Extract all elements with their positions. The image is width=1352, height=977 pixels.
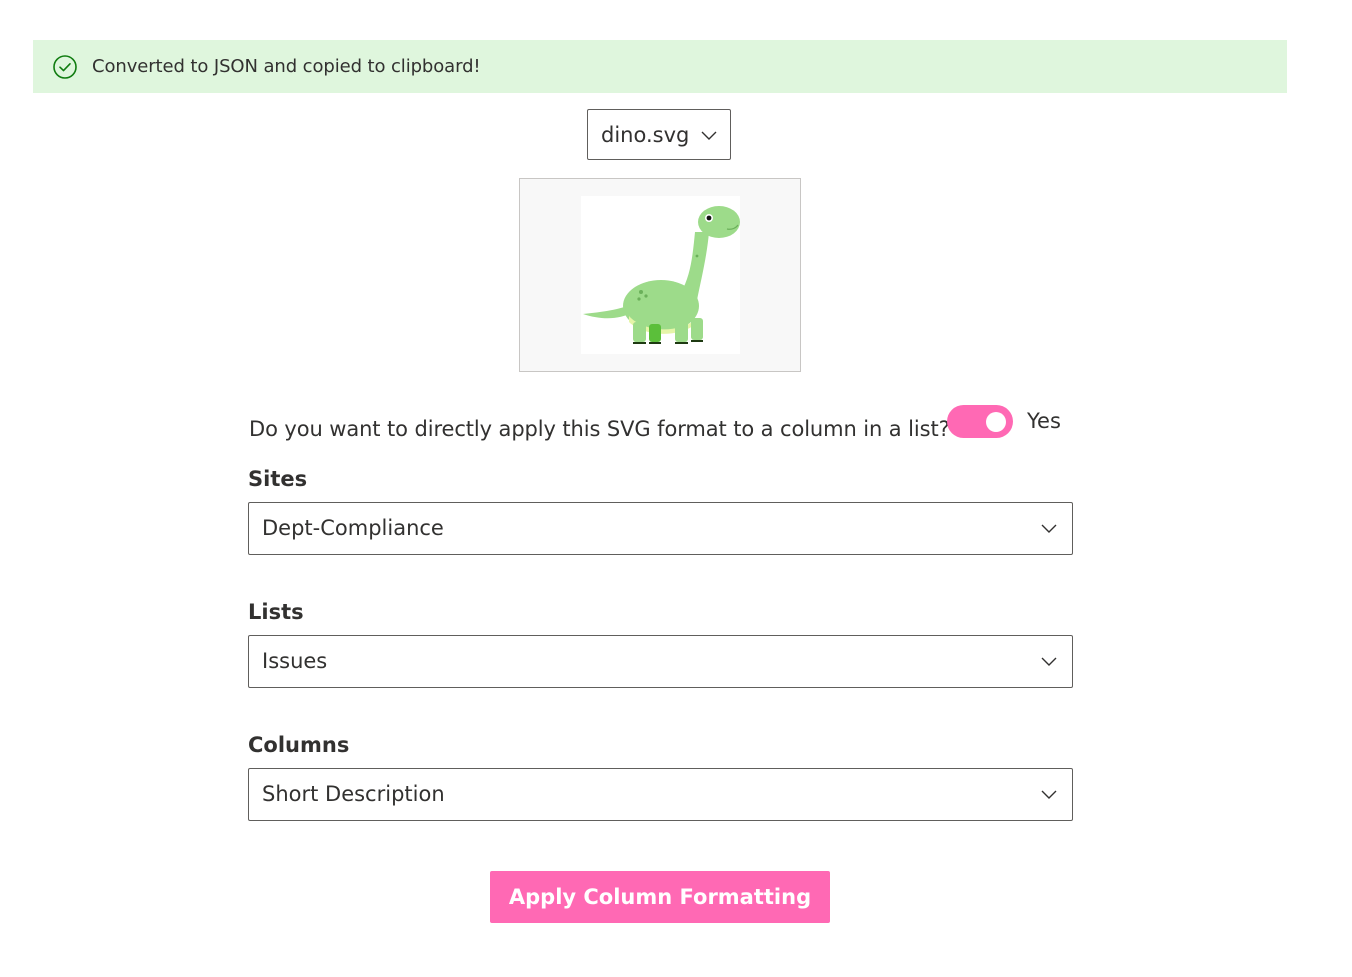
- lists-label: Lists: [248, 600, 304, 624]
- columns-value: Short Description: [262, 782, 445, 806]
- banner-message: Converted to JSON and copied to clipboar…: [92, 56, 481, 77]
- sites-value: Dept-Compliance: [262, 516, 444, 540]
- apply-column-formatting-button[interactable]: Apply Column Formatting: [490, 871, 830, 923]
- apply-question: Do you want to directly apply this SVG f…: [249, 417, 950, 441]
- columns-dropdown[interactable]: Short Description: [248, 768, 1073, 821]
- sites-dropdown[interactable]: Dept-Compliance: [248, 502, 1073, 555]
- chevron-down-icon: [1041, 790, 1057, 799]
- chevron-down-icon: [1041, 524, 1057, 533]
- sites-label: Sites: [248, 467, 308, 491]
- toggle-state-label: Yes: [1027, 409, 1061, 433]
- chevron-down-icon: [701, 131, 717, 140]
- lists-value: Issues: [262, 649, 328, 673]
- toggle-knob: [986, 412, 1006, 432]
- dinosaur-image: [581, 196, 740, 354]
- check-circle-icon: [53, 55, 77, 79]
- file-select-dropdown[interactable]: dino.svg: [587, 109, 731, 160]
- lists-dropdown[interactable]: Issues: [248, 635, 1073, 688]
- columns-label: Columns: [248, 733, 350, 757]
- svg-preview-frame: [519, 178, 801, 372]
- file-select-value: dino.svg: [601, 123, 690, 147]
- apply-toggle[interactable]: [947, 405, 1013, 438]
- chevron-down-icon: [1041, 657, 1057, 666]
